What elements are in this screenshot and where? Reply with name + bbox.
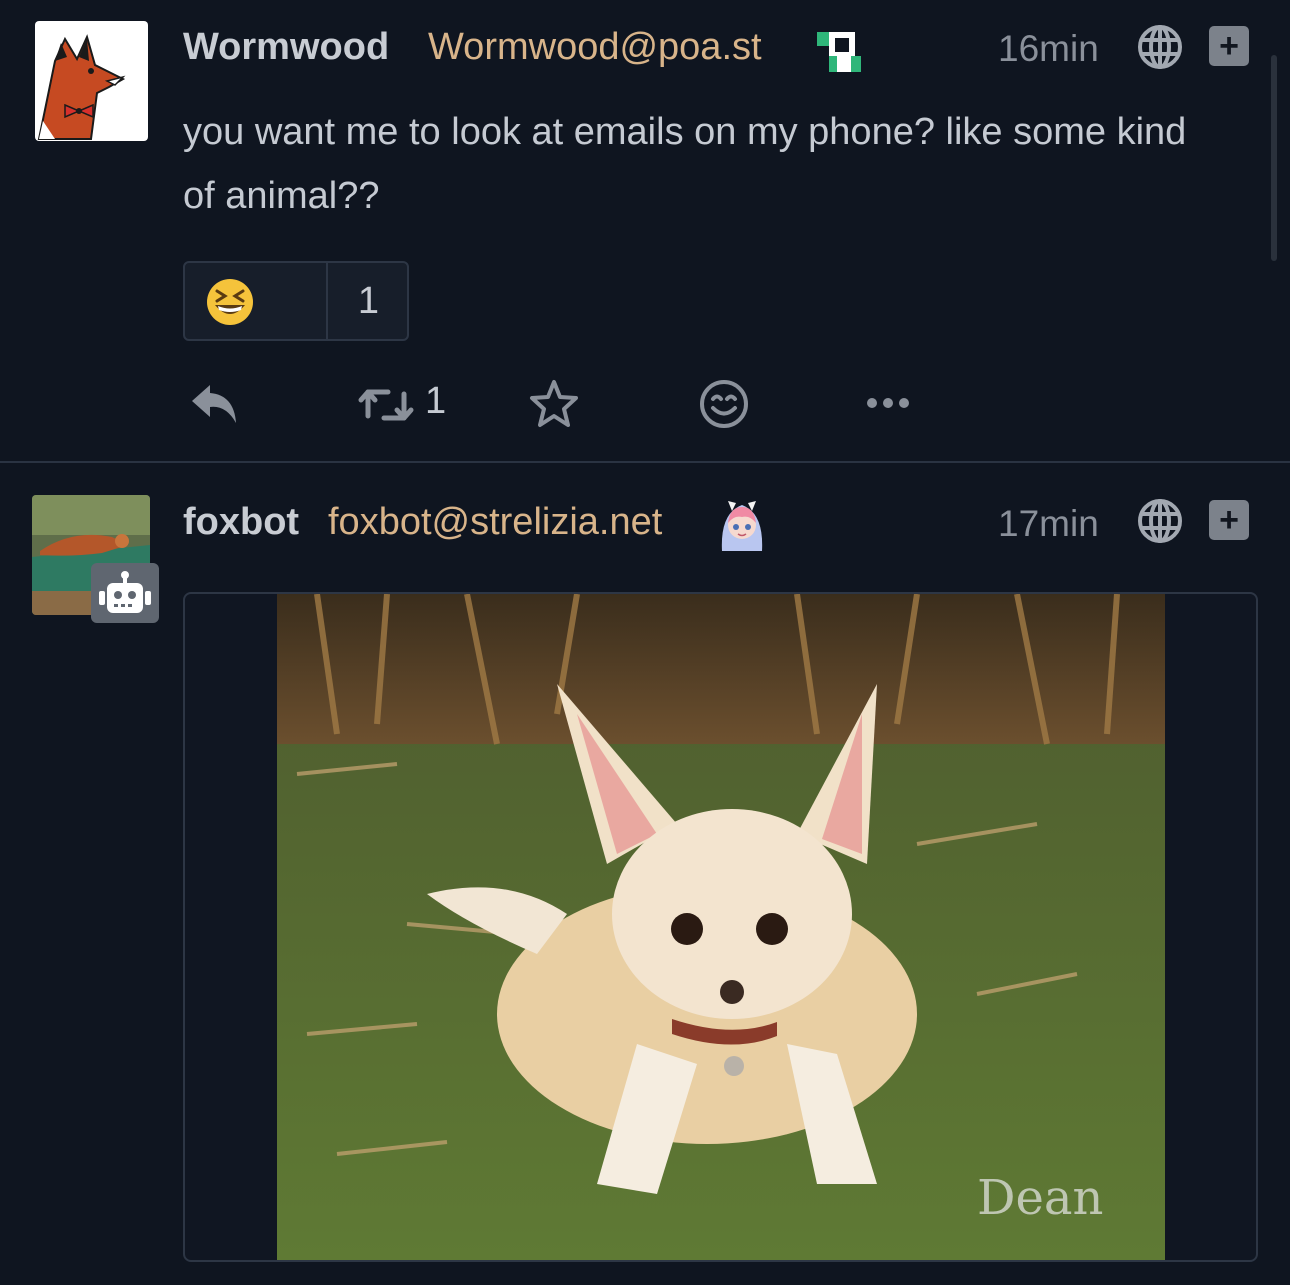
fennec-fox-photo[interactable]: Dean [277, 594, 1165, 1260]
grinning-squinting-face-icon [205, 277, 255, 327]
scrollbar[interactable] [1271, 55, 1277, 261]
pleroma-logo-icon [815, 26, 865, 76]
author-handle[interactable]: Wormwood@poa.st [428, 26, 762, 69]
expand-button[interactable]: + [1209, 500, 1249, 540]
author-display-name[interactable]: foxbot [183, 501, 299, 544]
boost-icon[interactable] [358, 386, 414, 424]
reply-icon[interactable] [190, 381, 240, 427]
star-icon[interactable] [528, 379, 580, 429]
status-post: foxbot foxbot@strelizia.net 17min + Dean [0, 463, 1290, 1285]
smile-icon[interactable] [699, 379, 749, 429]
anime-girl-icon [716, 495, 768, 551]
post-content: you want me to look at emails on my phon… [183, 111, 1187, 217]
media-attachment[interactable]: Dean [183, 592, 1258, 1262]
post-time[interactable]: 16min [998, 28, 1099, 70]
boost-count: 1 [425, 380, 447, 422]
status-post: Wormwood Wormwood@poa.st 16min + you wan… [0, 0, 1290, 462]
author-display-name[interactable]: Wormwood [183, 26, 389, 69]
globe-icon [1137, 24, 1183, 70]
svg-text:Dean: Dean [977, 1170, 1103, 1226]
author-handle[interactable]: foxbot@strelizia.net [328, 501, 662, 544]
globe-icon [1137, 498, 1183, 544]
expand-button[interactable]: + [1209, 26, 1249, 66]
reaction-count: 1 [357, 279, 380, 322]
post-time[interactable]: 17min [998, 503, 1099, 545]
ellipsis-icon[interactable] [866, 397, 910, 409]
emoji-reaction[interactable]: 1 [183, 261, 409, 341]
avatar[interactable] [35, 21, 148, 141]
robot-icon [91, 563, 159, 623]
